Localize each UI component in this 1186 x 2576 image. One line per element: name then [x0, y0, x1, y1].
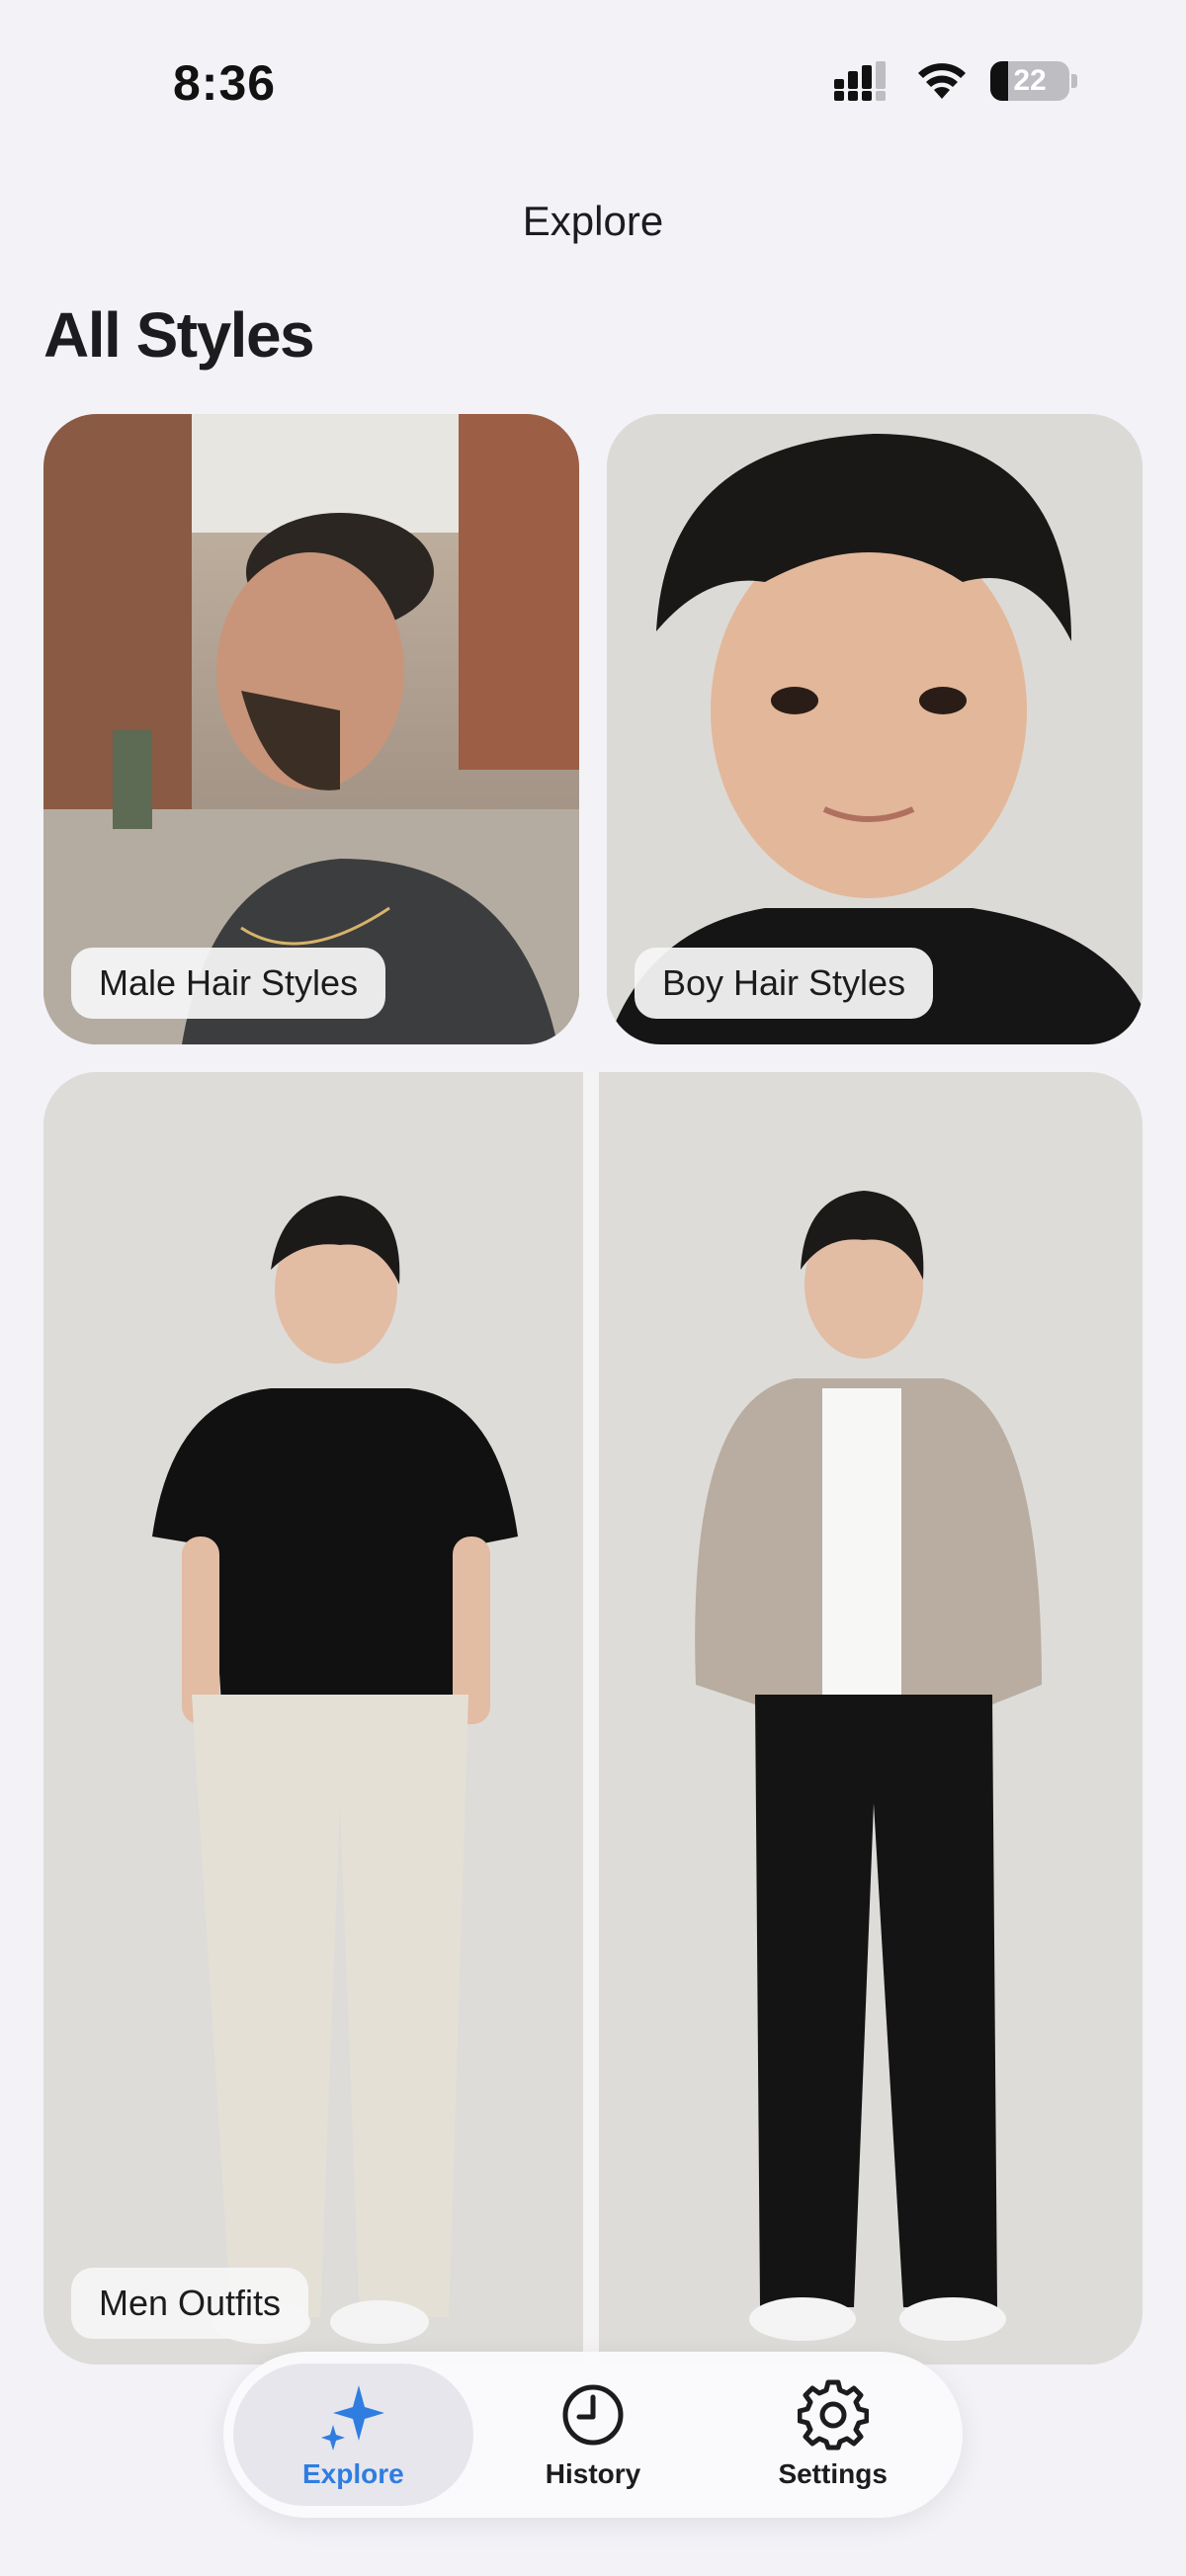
clock-icon — [562, 2384, 624, 2446]
tab-settings[interactable]: Settings — [713, 2364, 953, 2506]
wifi-icon — [918, 63, 966, 99]
men-outfits-card[interactable]: Men Outfits — [43, 1072, 1143, 2365]
page-title: Explore — [522, 198, 664, 244]
tab-settings-label: Settings — [778, 2458, 888, 2489]
tab-history-label: History — [545, 2458, 641, 2489]
status-bar: 8:36 22 — [0, 0, 1186, 158]
tab-bar: Explore History Settings — [223, 2352, 963, 2518]
section-title: All Styles — [43, 299, 315, 371]
male-hair-styles-label: Male Hair Styles — [71, 948, 386, 1019]
boy-hair-styles-label: Boy Hair Styles — [635, 948, 934, 1019]
battery-level: 22 — [1013, 64, 1047, 97]
men-outfits-label: Men Outfits — [71, 2268, 309, 2339]
men-outfits-photo — [43, 1072, 1143, 2365]
tab-explore[interactable]: Explore — [233, 2364, 473, 2506]
tab-explore-label: Explore — [301, 2458, 404, 2489]
status-icons: 22 — [834, 61, 1077, 101]
sparkle-icon — [321, 2385, 385, 2451]
male-hair-styles-card[interactable]: Male Hair Styles — [43, 414, 579, 1044]
battery-nub — [1071, 74, 1077, 88]
cellular-signal-icon — [834, 61, 886, 101]
status-time: 8:36 — [173, 55, 277, 111]
boy-hair-styles-card[interactable]: Boy Hair Styles — [607, 414, 1143, 1044]
gear-icon — [797, 2379, 869, 2451]
tab-history[interactable]: History — [473, 2364, 714, 2506]
battery-icon: 22 — [990, 61, 1069, 101]
